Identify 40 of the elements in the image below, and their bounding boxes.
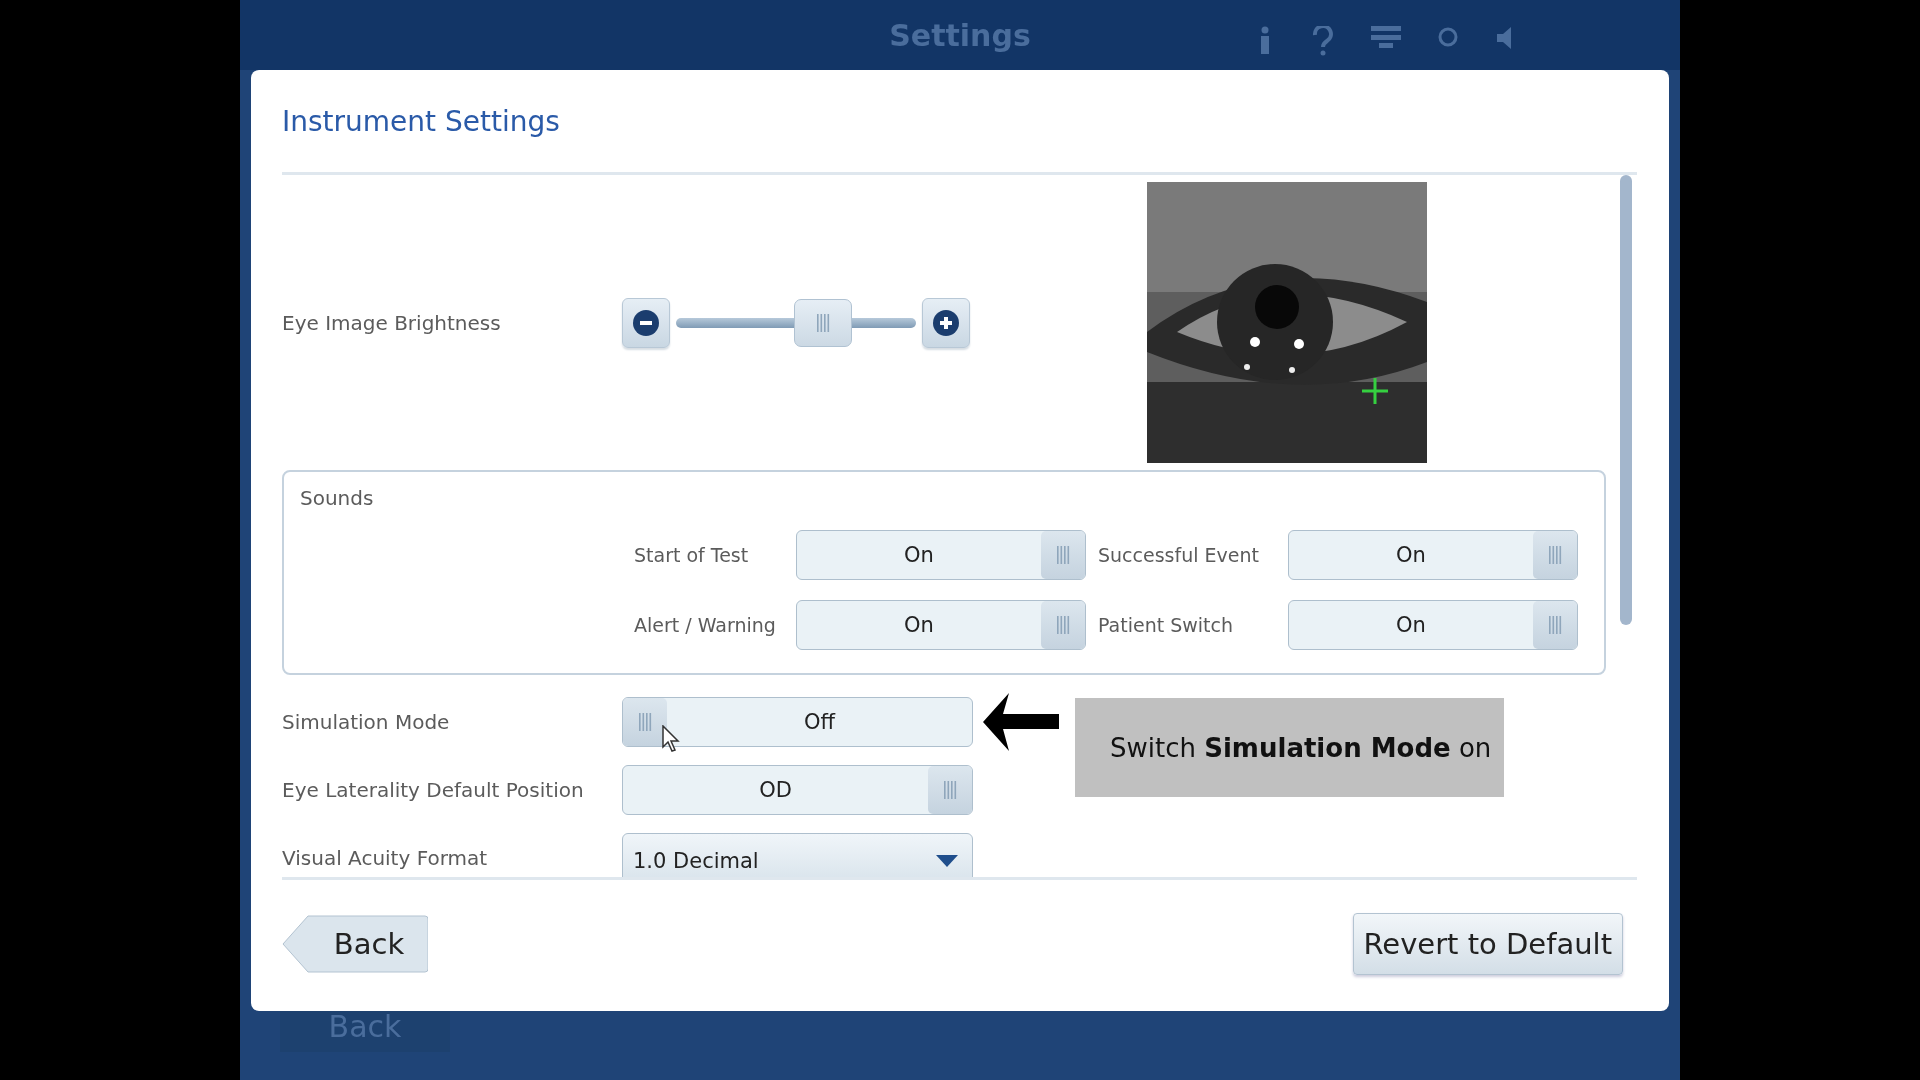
revert-button[interactable]: Revert to Default	[1352, 913, 1623, 975]
circle-icon[interactable]	[1437, 26, 1459, 48]
brightness-slider[interactable]	[676, 298, 916, 347]
toggle-thumb[interactable]	[1533, 531, 1577, 579]
toggle-thumb[interactable]	[1533, 601, 1577, 649]
toggle-switch[interactable]: OD	[622, 765, 973, 815]
scrollbar[interactable]	[1620, 175, 1632, 625]
setting-label: Alert / Warning	[634, 614, 777, 636]
toggle-switch[interactable]: Off	[622, 697, 973, 747]
back-button[interactable]: Back	[282, 915, 428, 973]
setting-label: Visual Acuity Format	[282, 846, 488, 870]
toggle-thumb[interactable]	[623, 698, 667, 746]
decrease-button[interactable]	[622, 297, 670, 348]
arrow-icon	[983, 693, 1059, 751]
setting-label: Successful Event	[1098, 544, 1260, 566]
plus-icon	[933, 309, 959, 336]
toggle-thumb[interactable]	[1041, 531, 1085, 579]
toggle-switch[interactable]: On	[1288, 530, 1578, 580]
menu-icon[interactable]	[1371, 26, 1401, 48]
slider-thumb[interactable]	[794, 298, 853, 347]
dialog-title: Instrument Settings	[282, 104, 560, 138]
panel-title: Sounds	[300, 486, 374, 510]
toggle-switch[interactable]: On	[796, 600, 1086, 650]
screen-title: Settings	[889, 17, 1031, 53]
setting-label: Eye Laterality Default Position	[282, 778, 584, 802]
mouse-pointer-icon	[662, 725, 680, 753]
setting-label: Start of Test	[634, 544, 750, 566]
toggle-thumb[interactable]	[1041, 601, 1085, 649]
help-icon[interactable]	[1311, 26, 1335, 56]
callout-note: Switch Simulation Mode on	[1075, 698, 1504, 797]
increase-button[interactable]	[922, 297, 970, 348]
toggle-thumb[interactable]	[928, 766, 972, 814]
dropdown-caret-icon	[936, 855, 958, 867]
minus-icon	[633, 309, 659, 336]
toggle-switch[interactable]: On	[796, 530, 1086, 580]
toggle-switch[interactable]: On	[1288, 600, 1578, 650]
setting-label: Patient Switch	[1098, 614, 1234, 636]
setting-label: Simulation Mode	[282, 710, 450, 734]
setting-label: Eye Image Brightness	[282, 310, 501, 335]
format-dropdown[interactable]: 1.0 Decimal	[622, 833, 973, 877]
